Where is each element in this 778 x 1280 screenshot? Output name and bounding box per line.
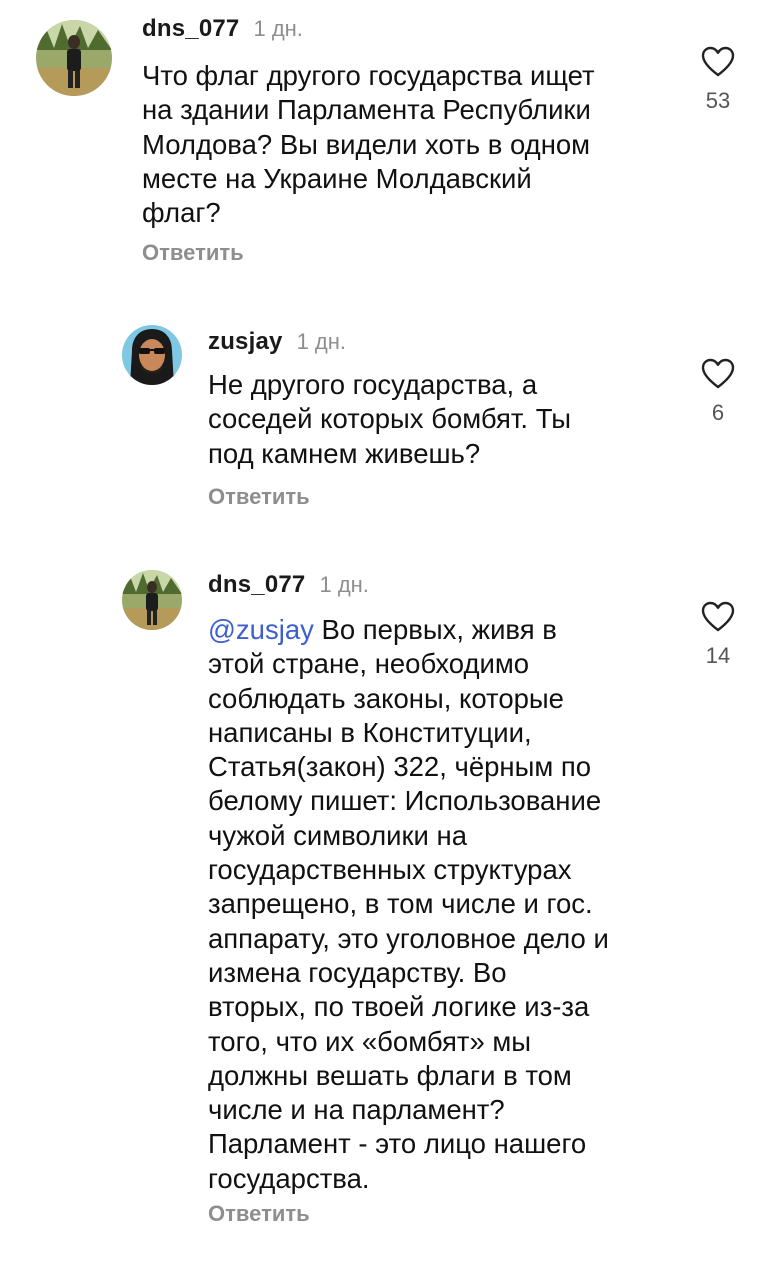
timestamp: 1 дн. — [296, 329, 347, 354]
comment-meta: dns_077 1 дн. — [142, 15, 303, 43]
like-button[interactable]: 53 — [688, 46, 748, 114]
comment-text: Не другого государства, а соседей которы… — [208, 369, 572, 469]
comment-meta: zusjay 1 дн. — [208, 328, 346, 356]
username[interactable]: dns_077 — [142, 15, 239, 43]
like-button[interactable]: 14 — [688, 601, 748, 669]
reply-button[interactable]: Ответить — [142, 240, 244, 266]
comment-body: Во первых, живя в этой стране, необходим… — [208, 614, 609, 1194]
comment-text: Что флаг другого государства ищет на зда… — [142, 60, 595, 229]
comment-item: dns_077 1 дн. @zusjay Во первых, живя в … — [0, 545, 778, 1265]
user-avatar[interactable] — [122, 570, 182, 630]
like-count: 14 — [705, 643, 731, 668]
bearded-man-sunglasses-avatar-icon — [122, 325, 182, 385]
landscape-person-avatar-icon — [36, 20, 112, 96]
heart-outline-icon — [701, 358, 735, 389]
heart-outline-icon — [701, 601, 735, 632]
comment-meta: dns_077 1 дн. — [208, 571, 369, 599]
heart-outline-icon — [701, 46, 735, 77]
timestamp: 1 дн. — [319, 572, 369, 597]
user-mention-link[interactable]: @zusjay — [208, 614, 314, 645]
timestamp: 1 дн. — [253, 16, 303, 41]
reply-button[interactable]: Ответить — [208, 484, 310, 510]
comment-text: @zusjay Во первых, живя в этой стране, н… — [208, 613, 668, 1196]
like-count: 53 — [705, 88, 731, 113]
like-button[interactable]: 6 — [688, 358, 748, 426]
like-count: 6 — [711, 400, 725, 425]
reply-button[interactable]: Ответить — [208, 1201, 310, 1227]
comment-item: zusjay 1 дн. Не другого государства, а с… — [0, 300, 778, 540]
username[interactable]: zusjay — [208, 328, 283, 356]
user-avatar[interactable] — [122, 325, 182, 385]
user-avatar[interactable] — [36, 20, 112, 96]
landscape-person-avatar-icon — [122, 570, 182, 630]
comment-item: dns_077 1 дн. Что флаг другого государст… — [0, 0, 778, 290]
username[interactable]: dns_077 — [208, 571, 305, 599]
